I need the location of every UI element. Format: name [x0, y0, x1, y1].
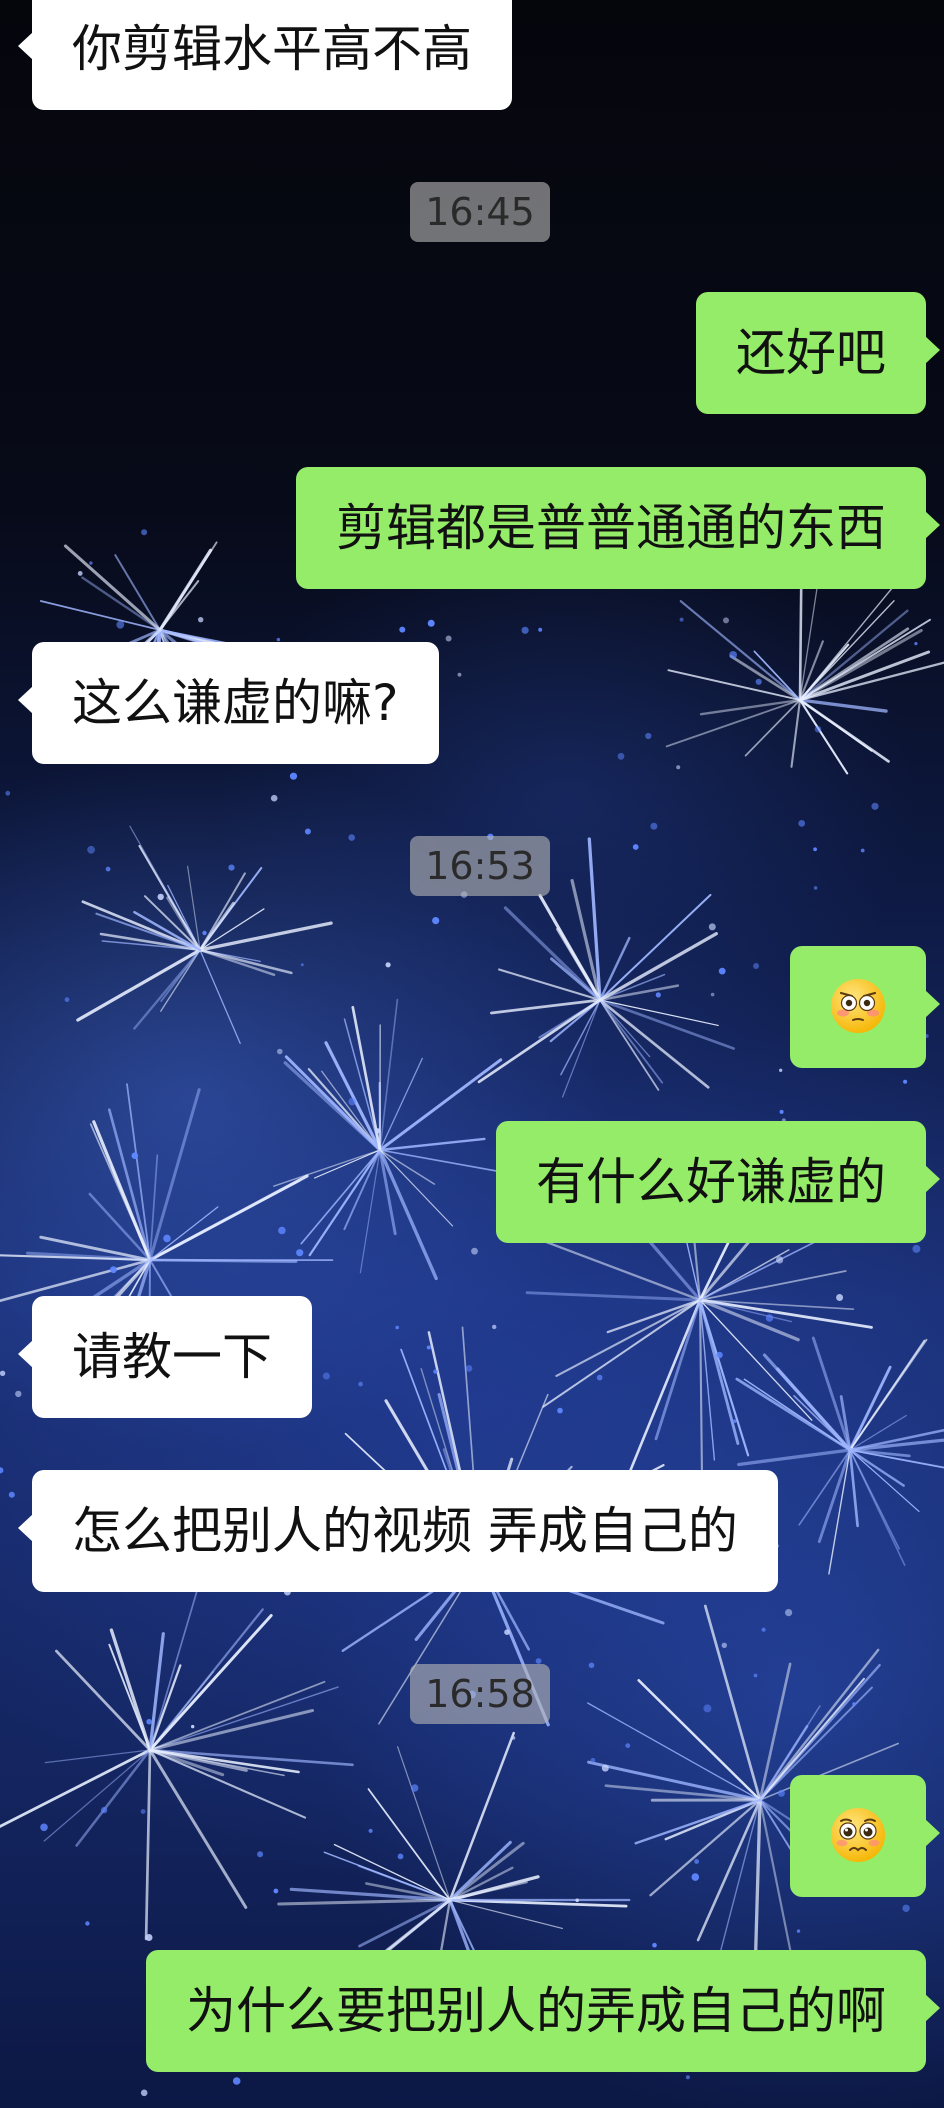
- message-text: 有什么好谦虚的: [536, 1153, 886, 1211]
- outgoing-message-bubble[interactable]: 剪辑都是普普通通的东西: [296, 467, 940, 589]
- message-text: 为什么要把别人的弄成自己的啊: [186, 1982, 886, 2040]
- incoming-message-bubble[interactable]: 你剪辑水平高不高: [18, 0, 512, 110]
- outgoing-message-bubble[interactable]: 还好吧: [696, 292, 940, 414]
- timestamp: 16:58: [410, 1664, 550, 1724]
- message-text: 这么谦虚的嘛?: [72, 674, 399, 732]
- message-text: 剪辑都是普普通通的东西: [336, 499, 886, 557]
- outgoing-message-bubble[interactable]: 为什么要把别人的弄成自己的啊: [146, 1950, 940, 2072]
- flushed-face-icon: [831, 979, 885, 1033]
- timestamp: 16:53: [410, 836, 550, 896]
- incoming-message-bubble[interactable]: 这么谦虚的嘛?: [18, 642, 439, 764]
- message-text: 怎么把别人的视频 弄成自己的: [72, 1502, 738, 1560]
- message-text: 还好吧: [736, 324, 886, 382]
- chat-message-list: 你剪辑水平高不高 16:45 还好吧 剪辑都是普普通通的东西 这么谦虚的嘛? 1…: [0, 0, 944, 2108]
- incoming-message-bubble[interactable]: 怎么把别人的视频 弄成自己的: [18, 1470, 778, 1592]
- incoming-message-bubble[interactable]: 请教一下: [18, 1296, 312, 1418]
- outgoing-emoji-bubble[interactable]: [790, 946, 940, 1068]
- message-text: 请教一下: [72, 1328, 272, 1386]
- timestamp: 16:45: [410, 182, 550, 242]
- message-text: 你剪辑水平高不高: [72, 20, 472, 78]
- outgoing-message-bubble[interactable]: 有什么好谦虚的: [496, 1121, 940, 1243]
- outgoing-emoji-bubble[interactable]: [790, 1775, 940, 1897]
- pleading-face-icon: [831, 1808, 885, 1862]
